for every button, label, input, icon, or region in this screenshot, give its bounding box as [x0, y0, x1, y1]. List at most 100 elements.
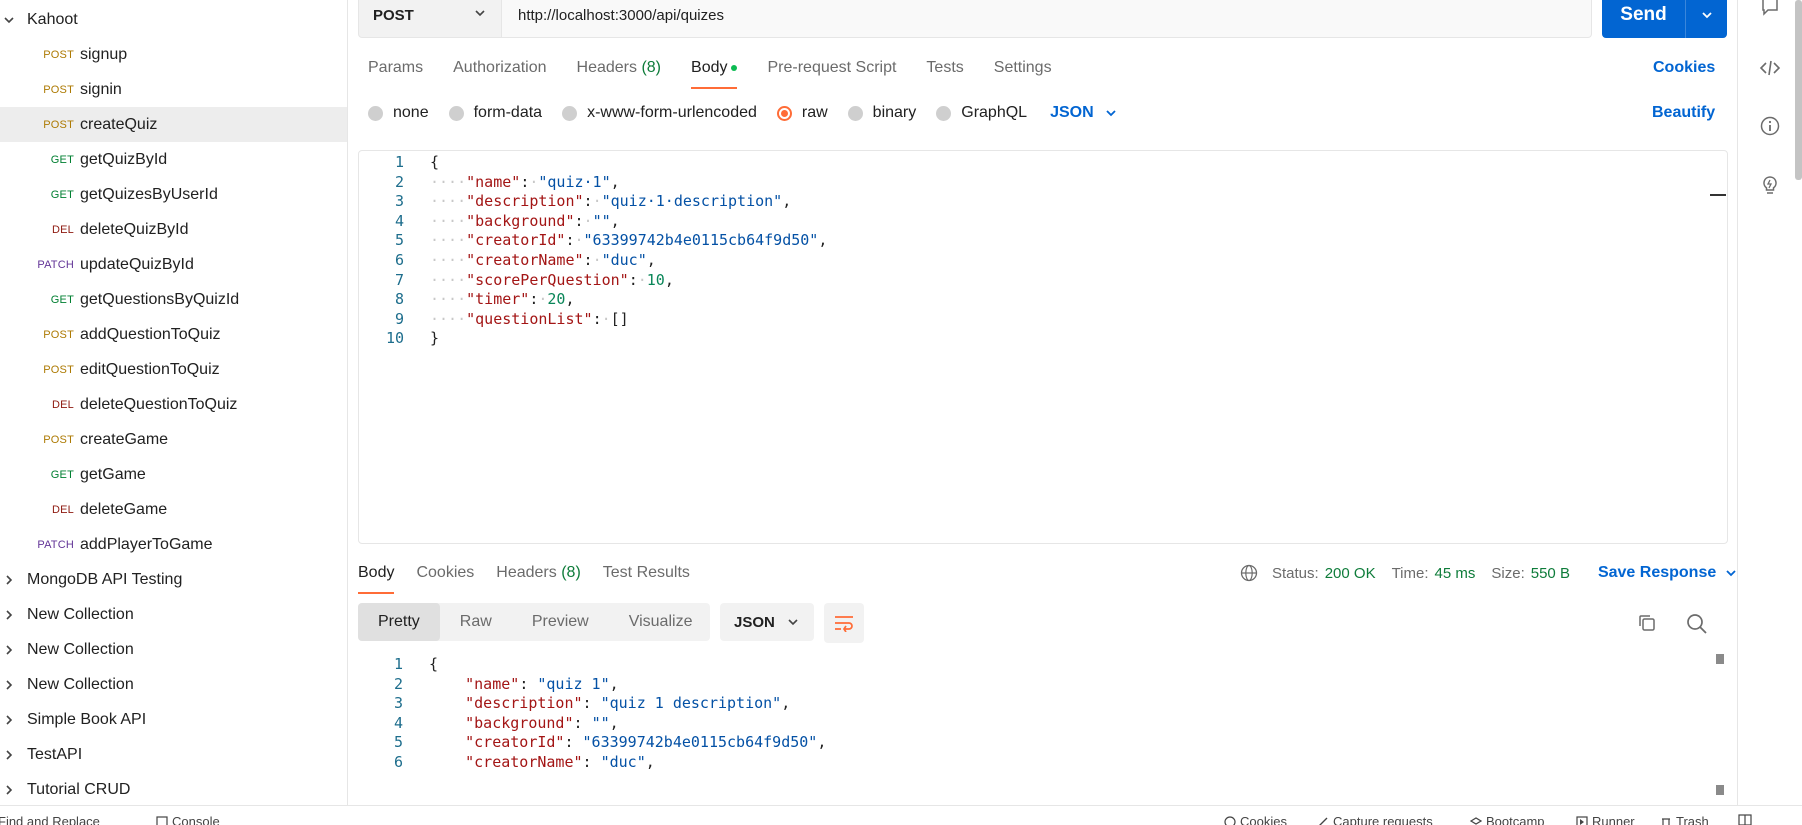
collection-item[interactable]: Kahoot: [0, 2, 347, 37]
request-item[interactable]: GET getQuizesByUserId: [0, 177, 347, 212]
scroll-up-indicator[interactable]: [1716, 654, 1724, 664]
response-language-dropdown[interactable]: JSON: [720, 603, 814, 641]
collection-item[interactable]: MongoDB API Testing: [0, 562, 347, 597]
url-input[interactable]: http://localhost:3000/api/quizes: [502, 0, 1592, 38]
method-select[interactable]: POST: [358, 0, 502, 38]
chevron-right-icon[interactable]: [0, 639, 20, 661]
search-icon[interactable]: [1686, 613, 1708, 640]
wrap-lines-button[interactable]: [824, 603, 864, 643]
tab-authorization[interactable]: Authorization: [453, 59, 546, 77]
capture-requests-button[interactable]: Capture requests: [1317, 814, 1433, 825]
request-item[interactable]: POST signin: [0, 72, 347, 107]
code-icon[interactable]: [1758, 56, 1782, 80]
tab-headers[interactable]: Headers (8): [577, 59, 662, 77]
resp-tab-body[interactable]: Body: [358, 564, 395, 594]
request-item[interactable]: GET getQuizById: [0, 142, 347, 177]
cookies-status-button[interactable]: Cookies: [1224, 814, 1287, 825]
tab-body-label: Body: [691, 59, 728, 76]
trash-button[interactable]: Trash: [1660, 814, 1709, 825]
code-token: "background": [466, 211, 575, 230]
chevron-down-icon: [473, 6, 487, 24]
request-item[interactable]: POST editQuestionToQuiz: [0, 352, 347, 387]
body-language-dropdown[interactable]: JSON: [1050, 104, 1118, 122]
scroll-down-indicator[interactable]: [1716, 785, 1724, 795]
time-value[interactable]: 45 ms: [1435, 565, 1476, 582]
resp-tab-cookies[interactable]: Cookies: [416, 564, 474, 582]
chevron-down-icon[interactable]: [0, 9, 20, 31]
request-item[interactable]: POST createQuiz: [0, 107, 347, 142]
layout-icon[interactable]: [1738, 814, 1756, 825]
view-raw[interactable]: Raw: [440, 603, 512, 641]
cookies-link[interactable]: Cookies: [1653, 59, 1715, 77]
request-item[interactable]: GET getGame: [0, 457, 347, 492]
code-token: :: [592, 309, 602, 328]
size-value[interactable]: 550 B: [1531, 565, 1570, 582]
collection-label: Kahoot: [27, 10, 78, 28]
request-item[interactable]: PATCH addPlayerToGame: [0, 527, 347, 562]
collection-item[interactable]: Simple Book API: [0, 702, 347, 737]
request-item[interactable]: DEL deleteQuizById: [0, 212, 347, 247]
collection-item[interactable]: TestAPI: [0, 737, 347, 772]
save-response-button[interactable]: Save Response: [1598, 564, 1738, 582]
chevron-right-icon[interactable]: [0, 674, 20, 696]
radio-form-data[interactable]: form-data: [448, 104, 542, 122]
collection-item[interactable]: New Collection: [0, 632, 347, 667]
code-token: "quiz 1 description": [600, 694, 782, 713]
bootcamp-icon: [1470, 816, 1482, 825]
view-visualize[interactable]: Visualize: [609, 603, 713, 641]
chevron-right-icon[interactable]: [0, 744, 20, 766]
status-value[interactable]: 200 OK: [1325, 565, 1376, 582]
request-item[interactable]: POST createGame: [0, 422, 347, 457]
comments-icon[interactable]: [1758, 0, 1782, 18]
collection-item[interactable]: New Collection: [0, 667, 347, 702]
copy-icon[interactable]: [1637, 613, 1657, 638]
collection-item[interactable]: New Collection: [0, 597, 347, 632]
send-options-chevron-icon[interactable]: [1686, 0, 1727, 38]
request-item[interactable]: PATCH updateQuizById: [0, 247, 347, 282]
view-pretty[interactable]: Pretty: [358, 603, 440, 641]
console-button[interactable]: Console: [156, 814, 220, 825]
lightbulb-icon[interactable]: [1758, 174, 1782, 198]
bootcamp-button[interactable]: Bootcamp: [1470, 814, 1545, 825]
radio-none[interactable]: none: [368, 104, 429, 122]
response-body-viewer[interactable]: 1{2 "name": "quiz 1", 3 "description": "q…: [358, 654, 1728, 804]
tab-params[interactable]: Params: [368, 59, 423, 77]
radio-raw[interactable]: raw: [776, 104, 828, 122]
collection-item[interactable]: Tutorial CRUD: [0, 772, 347, 805]
request-item[interactable]: GET getQuestionsByQuizId: [0, 282, 347, 317]
tab-body[interactable]: Body: [691, 59, 738, 89]
collection-label: New Collection: [27, 640, 134, 658]
line-number: 6: [393, 753, 403, 771]
console-icon: [156, 815, 168, 825]
code-token: ,: [609, 674, 619, 693]
request-item[interactable]: POST signup: [0, 37, 347, 72]
tab-settings[interactable]: Settings: [994, 59, 1052, 77]
request-item[interactable]: DEL deleteGame: [0, 492, 347, 527]
code-token: :: [583, 251, 593, 269]
find-replace-button[interactable]: Find and Replace: [0, 814, 100, 825]
code-token: ,: [646, 251, 656, 269]
globe-icon[interactable]: [1240, 564, 1258, 582]
chevron-right-icon[interactable]: [0, 604, 20, 626]
chevron-right-icon[interactable]: [0, 779, 20, 801]
info-icon[interactable]: [1758, 114, 1782, 138]
request-item[interactable]: DEL deleteQuestionToQuiz: [0, 387, 347, 422]
view-preview[interactable]: Preview: [512, 603, 609, 641]
chevron-right-icon[interactable]: [0, 709, 20, 731]
line-number: 10: [385, 329, 404, 348]
radio-urlencoded[interactable]: x-www-form-urlencoded: [562, 104, 757, 122]
window-scrollbar[interactable]: [1795, 0, 1802, 180]
tab-pre-request-script[interactable]: Pre-request Script: [767, 59, 896, 77]
resp-tab-test-results[interactable]: Test Results: [603, 564, 690, 582]
beautify-link[interactable]: Beautify: [1652, 104, 1715, 122]
radio-binary[interactable]: binary: [847, 104, 916, 122]
resp-tab-headers[interactable]: Headers (8): [496, 564, 581, 582]
code-token: ····: [430, 270, 467, 289]
runner-button[interactable]: Runner: [1576, 814, 1635, 825]
request-body-editor[interactable]: 1{2 ····"name":·"quiz·1", 3 ····"descriptio…: [358, 150, 1728, 544]
request-item[interactable]: POST addQuestionToQuiz: [0, 317, 347, 352]
send-button[interactable]: Send: [1602, 0, 1727, 38]
tab-tests[interactable]: Tests: [926, 59, 963, 77]
chevron-right-icon[interactable]: [0, 569, 20, 591]
radio-graphql[interactable]: GraphQL: [936, 104, 1027, 122]
